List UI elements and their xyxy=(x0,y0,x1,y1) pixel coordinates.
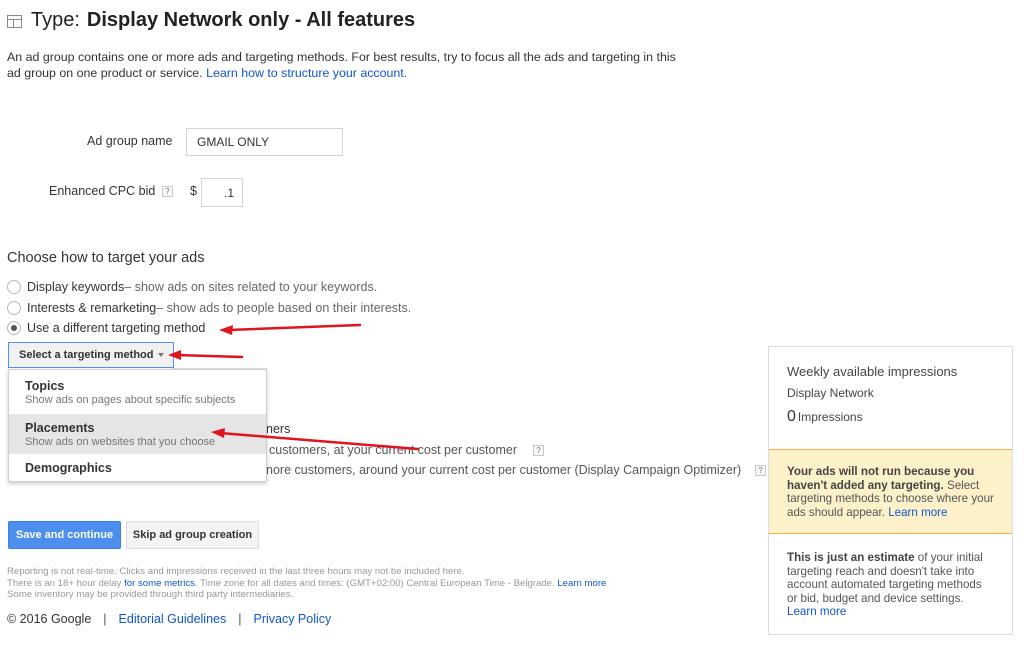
menu-item-placements[interactable]: Placements Show ads on websites that you… xyxy=(9,414,266,454)
estimate-note: This is just an estimate of your initial… xyxy=(787,551,983,618)
structure-account-link[interactable]: Learn how to structure your account. xyxy=(206,66,407,80)
ad-group-name-input[interactable] xyxy=(186,128,343,156)
impressions-count: 0 Impressions xyxy=(787,408,863,425)
annotation-arrow-radio xyxy=(219,323,362,335)
menu-item-topics[interactable]: Topics Show ads on pages about specific … xyxy=(9,370,266,411)
radio-button[interactable] xyxy=(7,301,21,315)
footer: © 2016 Google | Editorial Guidelines | P… xyxy=(7,612,331,626)
save-and-continue-button[interactable]: Save and continue xyxy=(8,521,121,549)
skip-ad-group-button[interactable]: Skip ad group creation xyxy=(126,521,259,549)
radio-different-method[interactable]: Use a different targeting method xyxy=(7,321,205,335)
editorial-guidelines-link[interactable]: Editorial Guidelines xyxy=(119,612,227,626)
help-icon[interactable]: ? xyxy=(755,465,766,476)
page-title: Display Network only - All features xyxy=(86,9,416,31)
bid-option-1: ners xyxy=(266,422,291,436)
targeting-section-title: Choose how to target your ads xyxy=(7,250,205,266)
warning-learn-more-link[interactable]: Learn more xyxy=(888,506,947,519)
cpc-bid-input[interactable] xyxy=(201,178,243,207)
radio-button[interactable] xyxy=(7,280,21,294)
impressions-panel: Weekly available impressions Display Net… xyxy=(768,346,1013,635)
no-targeting-warning: Your ads will not run because you haven'… xyxy=(769,449,1012,534)
help-icon[interactable]: ? xyxy=(162,186,173,197)
intro-text: An ad group contains one or more ads and… xyxy=(7,50,676,80)
radio-display-keywords[interactable]: Display keywords – show ads on sites rel… xyxy=(7,280,377,294)
timezone-learn-more-link[interactable]: Learn more xyxy=(557,578,606,589)
panel-icon xyxy=(7,15,22,28)
currency-symbol: $ xyxy=(190,184,197,198)
bid-option-2: customers, at your current cost per cust… xyxy=(269,443,518,457)
reporting-disclaimer: Reporting is not real-time. Clicks and i… xyxy=(7,566,607,600)
page-header: Type: Display Network only - All feature… xyxy=(7,9,415,32)
targeting-method-dropdown[interactable]: Select a targeting method xyxy=(8,342,174,368)
cpc-bid-label: Enhanced CPC bid xyxy=(49,184,156,198)
menu-item-demographics[interactable]: Demographics xyxy=(9,454,266,482)
privacy-policy-link[interactable]: Privacy Policy xyxy=(253,612,331,626)
copyright: © 2016 Google xyxy=(7,612,92,626)
radio-interests-remarketing[interactable]: Interests & remarketing – show ads to pe… xyxy=(7,301,411,315)
network-label: Display Network xyxy=(787,386,874,400)
radio-button-checked[interactable] xyxy=(7,321,21,335)
targeting-method-menu: Topics Show ads on pages about specific … xyxy=(8,369,267,482)
footer-separator: | xyxy=(103,612,107,626)
impressions-heading: Weekly available impressions xyxy=(787,364,958,379)
some-metrics-link[interactable]: for some metrics xyxy=(124,578,195,589)
note-learn-more-link[interactable]: Learn more xyxy=(787,605,846,618)
footer-separator: | xyxy=(238,612,242,626)
title-prefix: Type: xyxy=(31,9,80,31)
annotation-arrow-dropdown xyxy=(168,350,244,360)
chevron-down-icon xyxy=(158,353,165,357)
help-icon[interactable]: ? xyxy=(533,445,544,456)
bid-option-3: nore customers, around your current cost… xyxy=(266,463,742,477)
ad-group-name-label: Ad group name xyxy=(87,134,173,148)
